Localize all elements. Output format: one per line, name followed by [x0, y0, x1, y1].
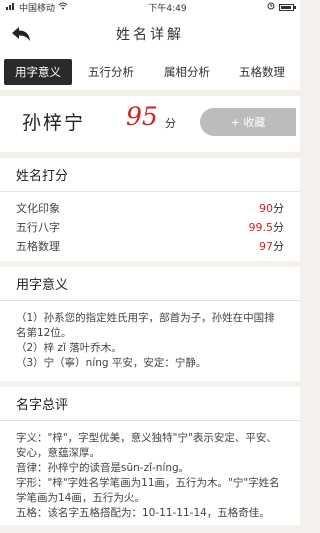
- review-line: 字义："梓"，字型优美，意义独特"宁"表示安定、平安、安心，意蕴深厚。: [16, 432, 277, 459]
- score-row: 五格数理 97分: [16, 236, 284, 255]
- status-bar: 中国移动 下午4:49: [0, 0, 300, 14]
- review-line: 字形："梓"字姓名学笔画为11画，五行为木。"宁"字姓名学笔画为14画，五行为火…: [16, 477, 280, 504]
- tab-character-meaning[interactable]: 用字意义: [4, 59, 72, 85]
- score-row-value: 99.5: [248, 220, 274, 234]
- name-card: 孙梓宁 95 分 + 收藏: [0, 96, 300, 152]
- battery-fill: [280, 5, 291, 9]
- score-row-label: 五格数理: [16, 239, 60, 253]
- review-title: 名字总评: [0, 387, 300, 421]
- meaning-title: 用字意义: [0, 267, 300, 301]
- status-left: 中国移动: [6, 1, 68, 14]
- meaning-line: （2）梓 zǐ 落叶乔木。: [16, 342, 122, 354]
- tab-bar: 用字意义 五行分析 属相分析 五格数理: [0, 54, 300, 90]
- score-row-value: 90: [259, 201, 273, 215]
- back-arrow-icon: [12, 27, 30, 41]
- score-row-unit: 分: [273, 201, 284, 215]
- score-row-value: 97: [259, 239, 273, 253]
- score-row-unit: 分: [273, 239, 284, 253]
- review-line: 五格：该名字五格搭配为：10-11-11-14，五格奇佳。: [16, 507, 270, 519]
- score-unit: 分: [165, 117, 176, 130]
- app-header: 姓名详解: [0, 14, 300, 54]
- review-line: 音律：孙梓宁的读音是sūn-zǐ-níng。: [16, 462, 190, 474]
- tab-five-elements[interactable]: 五行分析: [72, 59, 150, 85]
- back-button[interactable]: [8, 22, 34, 48]
- carrier-label: 中国移动: [19, 3, 56, 14]
- page-title: 姓名详解: [116, 27, 184, 43]
- score-row: 文化印象 90分: [16, 198, 284, 217]
- total-score: 95: [126, 102, 158, 131]
- status-time: 下午4:49: [148, 3, 187, 14]
- status-right: [267, 2, 296, 13]
- collect-button[interactable]: + 收藏: [200, 108, 296, 136]
- score-row-label: 文化印象: [16, 201, 60, 215]
- score-row-label: 五行八字: [16, 220, 60, 234]
- battery-icon: [278, 3, 296, 11]
- alarm-icon: [267, 2, 275, 13]
- review-body: 字义："梓"，字型优美，意义独特"宁"表示安定、平安、安心，意蕴深厚。 音律：孙…: [0, 421, 300, 525]
- scoring-rows: 文化印象 90分 五行八字 99.5分 五格数理 97分: [0, 192, 300, 261]
- meaning-body: （1）孙系您的指定姓氏用字，部首为子，孙姓在中国排名第12位。 （2）梓 zǐ …: [0, 301, 300, 381]
- name-text: 孙梓宁: [22, 112, 86, 134]
- tab-zodiac[interactable]: 属相分析: [150, 59, 224, 85]
- tab-five-grid[interactable]: 五格数理: [224, 59, 300, 85]
- meaning-line: （3）宁（寧）níng 平安，安定：宁静。: [16, 357, 207, 369]
- wifi-icon: [58, 2, 68, 13]
- scoring-title: 姓名打分: [0, 158, 300, 192]
- meaning-line: （1）孙系您的指定姓氏用字，部首为子，孙姓在中国排名第12位。: [16, 312, 275, 339]
- signal-icon: [6, 2, 16, 13]
- meaning-section: 用字意义 （1）孙系您的指定姓氏用字，部首为子，孙姓在中国排名第12位。 （2）…: [0, 267, 300, 381]
- scoring-section: 姓名打分 文化印象 90分 五行八字 99.5分 五格数理 97分: [0, 158, 300, 261]
- score-row-unit: 分: [273, 220, 284, 234]
- score-row: 五行八字 99.5分: [16, 217, 284, 236]
- review-section: 名字总评 字义："梓"，字型优美，意义独特"宁"表示安定、平安、安心，意蕴深厚。…: [0, 387, 300, 525]
